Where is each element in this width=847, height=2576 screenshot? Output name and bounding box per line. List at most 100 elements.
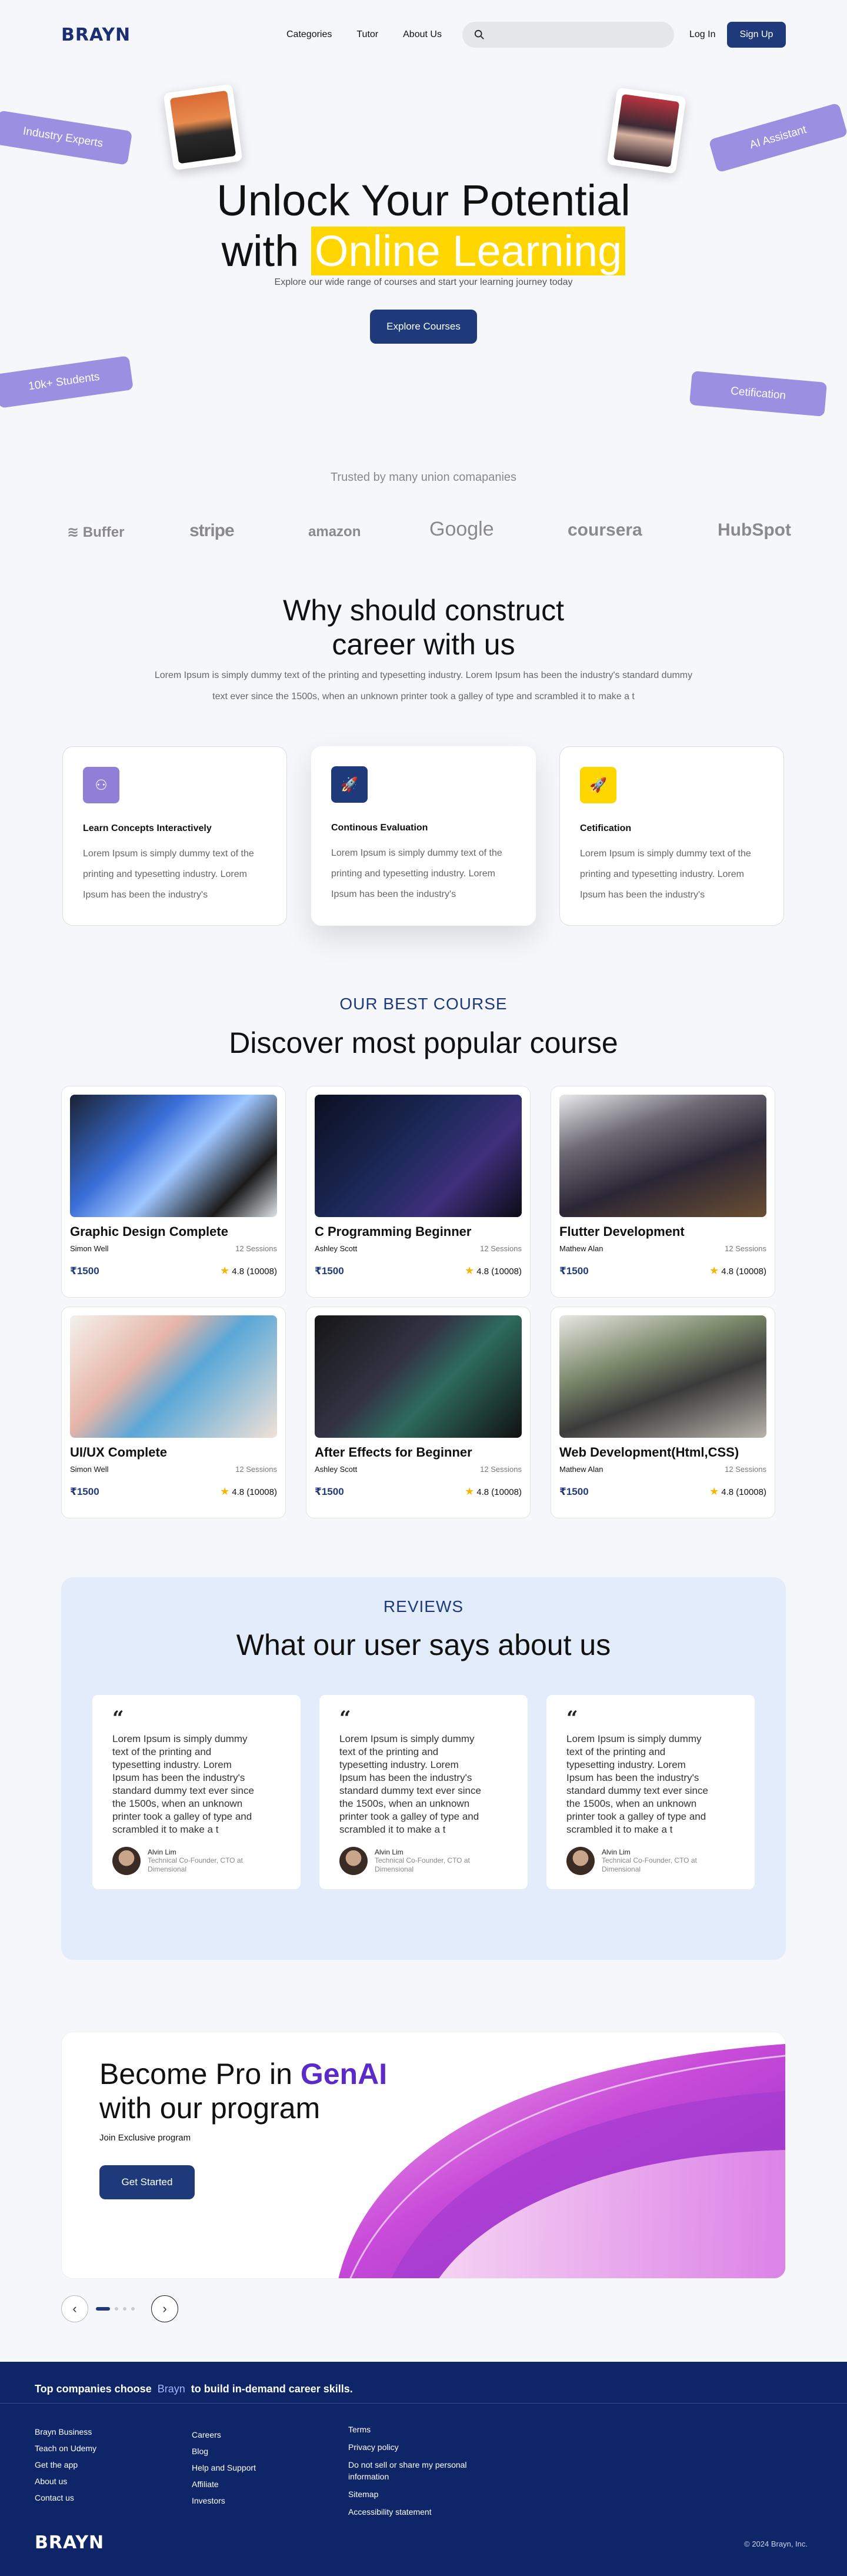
course-price: ₹1500 (315, 1485, 344, 1497)
signup-button[interactable]: Sign Up (727, 22, 786, 48)
footer-link[interactable]: Get the app (35, 2457, 96, 2473)
footer-col-1: Brayn Business Teach on Udemy Get the ap… (35, 2424, 96, 2506)
nav-link-tutor[interactable]: Tutor (356, 29, 378, 40)
course-title[interactable]: Flutter Development (559, 1224, 766, 1239)
footer-link[interactable]: Do not sell or share my personal informa… (348, 2459, 489, 2482)
course-rating-value: 4.8 (10008) (232, 1487, 277, 1497)
get-started-button[interactable]: Get Started (99, 2165, 195, 2199)
footer-col-2: Careers Blog Help and Support Affiliate … (192, 2427, 256, 2509)
footer-link[interactable]: Careers (192, 2427, 256, 2443)
chevron-right-icon: › (162, 2301, 167, 2316)
promo-banner: Become Pro in GenAI with our program Join… (61, 2032, 786, 2279)
why-title: Why should construct career with us (0, 593, 847, 662)
why-title-line1: Why should construct (283, 594, 564, 627)
carousel-prev-button[interactable]: ‹ (61, 2295, 88, 2322)
course-thumbnail (70, 1315, 277, 1438)
rocket-icon: 🚀 (331, 766, 368, 803)
footer-logo[interactable]: BRAYN (35, 2532, 104, 2553)
course-sessions: 12 Sessions (725, 1244, 766, 1253)
star-icon: ★ (465, 1485, 475, 1497)
reviews-title: What our user says about us (236, 1628, 611, 1661)
review-text: Lorem Ipsum is simply dummy text of the … (112, 1733, 254, 1835)
footer: Top companies choose Brayn to build in-dem… (0, 2362, 847, 2576)
course-card[interactable]: UI/UX Complete Simon Well 12 Sessions ₹1500… (61, 1307, 286, 1518)
carousel-dot[interactable] (123, 2307, 126, 2311)
hero-title-highlight: Online Learning (311, 227, 626, 275)
why-title-line2: career with us (332, 628, 515, 661)
course-title[interactable]: Graphic Design Complete (70, 1224, 277, 1239)
promo-subtitle: Join Exclusive program (99, 2133, 191, 2143)
course-card[interactable]: Web Development(Html,CSS) Mathew Alan 12 S… (551, 1307, 775, 1518)
page: BRAYN Categories Tutor About Us Log In S… (0, 0, 847, 2576)
footer-link[interactable]: Terms (348, 2424, 489, 2435)
course-thumbnail (559, 1095, 766, 1217)
footer-link[interactable]: Brayn Business (35, 2424, 96, 2440)
course-price: ₹1500 (315, 1265, 344, 1277)
review-author: Alvin Lim Technical Co-Founder, CTO at Di… (566, 1847, 735, 1875)
course-rating: ★ 4.8 (10008) (465, 1265, 522, 1277)
course-author: Simon Well (70, 1465, 109, 1474)
footer-link[interactable]: Help and Support (192, 2459, 256, 2476)
copyright: © 2024 Brayn, Inc. (744, 2540, 808, 2548)
footer-link[interactable]: About us (35, 2473, 96, 2489)
nav-link-about[interactable]: About Us (403, 29, 442, 40)
course-meta: Simon Well 12 Sessions (70, 1244, 277, 1253)
hero-title-with: with (221, 227, 299, 275)
course-rating: ★ 4.8 (10008) (465, 1485, 522, 1498)
star-icon: ★ (709, 1265, 719, 1277)
brand-logo[interactable]: BRAYN (61, 25, 131, 45)
search-input[interactable] (492, 29, 668, 40)
footer-link[interactable]: Teach on Udemy (35, 2440, 96, 2457)
tag-certification: Cetification (689, 371, 828, 417)
star-icon: ★ (709, 1485, 719, 1497)
course-card[interactable]: C Programming Beginner Ashley Scott 12 Ses… (306, 1086, 531, 1298)
course-rating: ★ 4.8 (10008) (220, 1485, 277, 1498)
footer-link[interactable]: Affiliate (192, 2476, 256, 2492)
courses-title: Discover most popular course (229, 1026, 618, 1059)
feature-text: Lorem Ipsum is simply dummy text of the … (580, 849, 751, 900)
avatar (339, 1847, 368, 1875)
course-rating: ★ 4.8 (10008) (709, 1265, 766, 1277)
course-author: Mathew Alan (559, 1244, 603, 1253)
carousel-dot[interactable] (131, 2307, 135, 2311)
nav-link-categories[interactable]: Categories (286, 29, 332, 40)
star-icon: ★ (220, 1265, 230, 1277)
course-title[interactable]: After Effects for Beginner (315, 1445, 522, 1460)
footer-link[interactable]: Blog (192, 2443, 256, 2459)
course-rating: ★ 4.8 (10008) (709, 1485, 766, 1498)
star-icon: ★ (220, 1485, 230, 1497)
carousel-next-button[interactable]: › (151, 2295, 178, 2322)
course-thumbnail (315, 1315, 522, 1438)
course-title[interactable]: Web Development(Html,CSS) (559, 1445, 766, 1460)
course-rating-value: 4.8 (10008) (476, 1267, 522, 1277)
feature-text: Lorem Ipsum is simply dummy text of the … (83, 849, 254, 900)
promo-title-prefix: Become Pro in (99, 2058, 292, 2090)
tag-ai-assistant: AI Assistant (708, 102, 847, 173)
footer-link[interactable]: Privacy policy (348, 2441, 489, 2453)
nav-links: Categories Tutor About Us (286, 29, 442, 40)
hero-title: Unlock Your Potential with Online Learni… (0, 175, 847, 277)
course-price: ₹1500 (70, 1265, 99, 1277)
search-box (462, 22, 674, 48)
course-title[interactable]: C Programming Beginner (315, 1224, 522, 1239)
quote-icon: “ (339, 1707, 351, 1730)
footer-link[interactable]: Accessibility statement (348, 2506, 489, 2518)
promo-title-accent: GenAI (300, 2058, 388, 2090)
footer-col-3: Terms Privacy policy Do not sell or shar… (348, 2424, 489, 2518)
course-title[interactable]: UI/UX Complete (70, 1445, 277, 1460)
login-link[interactable]: Log In (689, 29, 715, 40)
footer-link[interactable]: Contact us (35, 2489, 96, 2506)
footer-link[interactable]: Investors (192, 2492, 256, 2509)
author-role: Technical Co-Founder, CTO at Dimensional (148, 1856, 243, 1873)
course-card[interactable]: Flutter Development Mathew Alan 12 Session… (551, 1086, 775, 1298)
brand-stripe: stripe (189, 521, 235, 540)
course-meta: Mathew Alan 12 Sessions (559, 1465, 766, 1474)
course-footer: ₹1500 ★ 4.8 (10008) (315, 1265, 522, 1277)
course-meta: Ashley Scott 12 Sessions (315, 1465, 522, 1474)
course-card[interactable]: Graphic Design Complete Simon Well 12 Sess… (61, 1086, 286, 1298)
explore-courses-button[interactable]: Explore Courses (370, 310, 477, 344)
footer-link[interactable]: Sitemap (348, 2488, 489, 2500)
carousel-dot-active[interactable] (96, 2307, 110, 2311)
course-card[interactable]: After Effects for Beginner Ashley Scott 12… (306, 1307, 531, 1518)
carousel-dot[interactable] (115, 2307, 118, 2311)
